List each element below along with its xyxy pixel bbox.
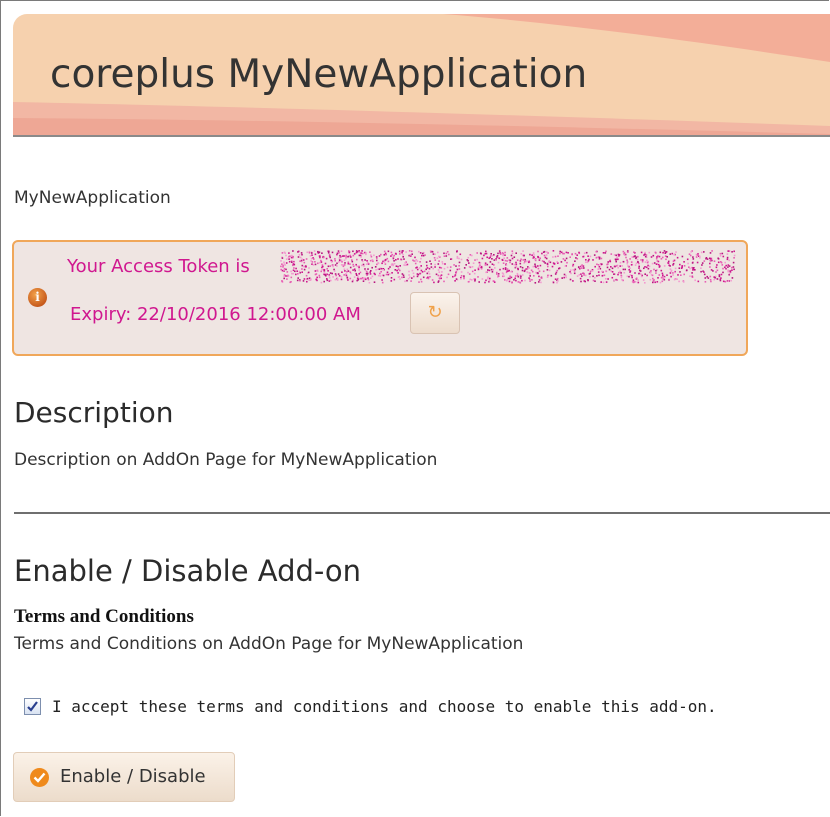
refresh-icon: ↻ [427,302,443,323]
section-divider [14,512,830,514]
refresh-token-button[interactable]: ↻ [410,292,460,334]
page-title: coreplus MyNewApplication [50,52,588,97]
app-name-label: MyNewApplication [14,188,171,208]
redacted-token-value [280,250,736,284]
description-heading: Description [14,396,174,429]
terms-title: Terms and Conditions [14,606,194,627]
check-circle-icon [30,768,49,787]
header-banner: coreplus MyNewApplication [13,14,830,137]
access-token-panel: i Your Access Token is Expiry: 22/10/201… [12,240,748,356]
enable-section-heading: Enable / Disable Add-on [14,554,362,588]
info-icon: i [28,288,47,307]
token-expiry: Expiry: 22/10/2016 12:00:00 AM [70,304,361,325]
terms-text: Terms and Conditions on AddOn Page for M… [14,634,524,654]
enable-disable-label: Enable / Disable [60,766,206,787]
enable-disable-button[interactable]: Enable / Disable [13,752,235,802]
checkmark-icon [27,701,38,712]
accept-terms-checkbox[interactable] [24,698,41,715]
description-text: Description on AddOn Page for MyNewAppli… [14,450,438,470]
accept-terms-label[interactable]: I accept these terms and conditions and … [52,697,717,716]
access-token-label: Your Access Token is [67,256,250,277]
